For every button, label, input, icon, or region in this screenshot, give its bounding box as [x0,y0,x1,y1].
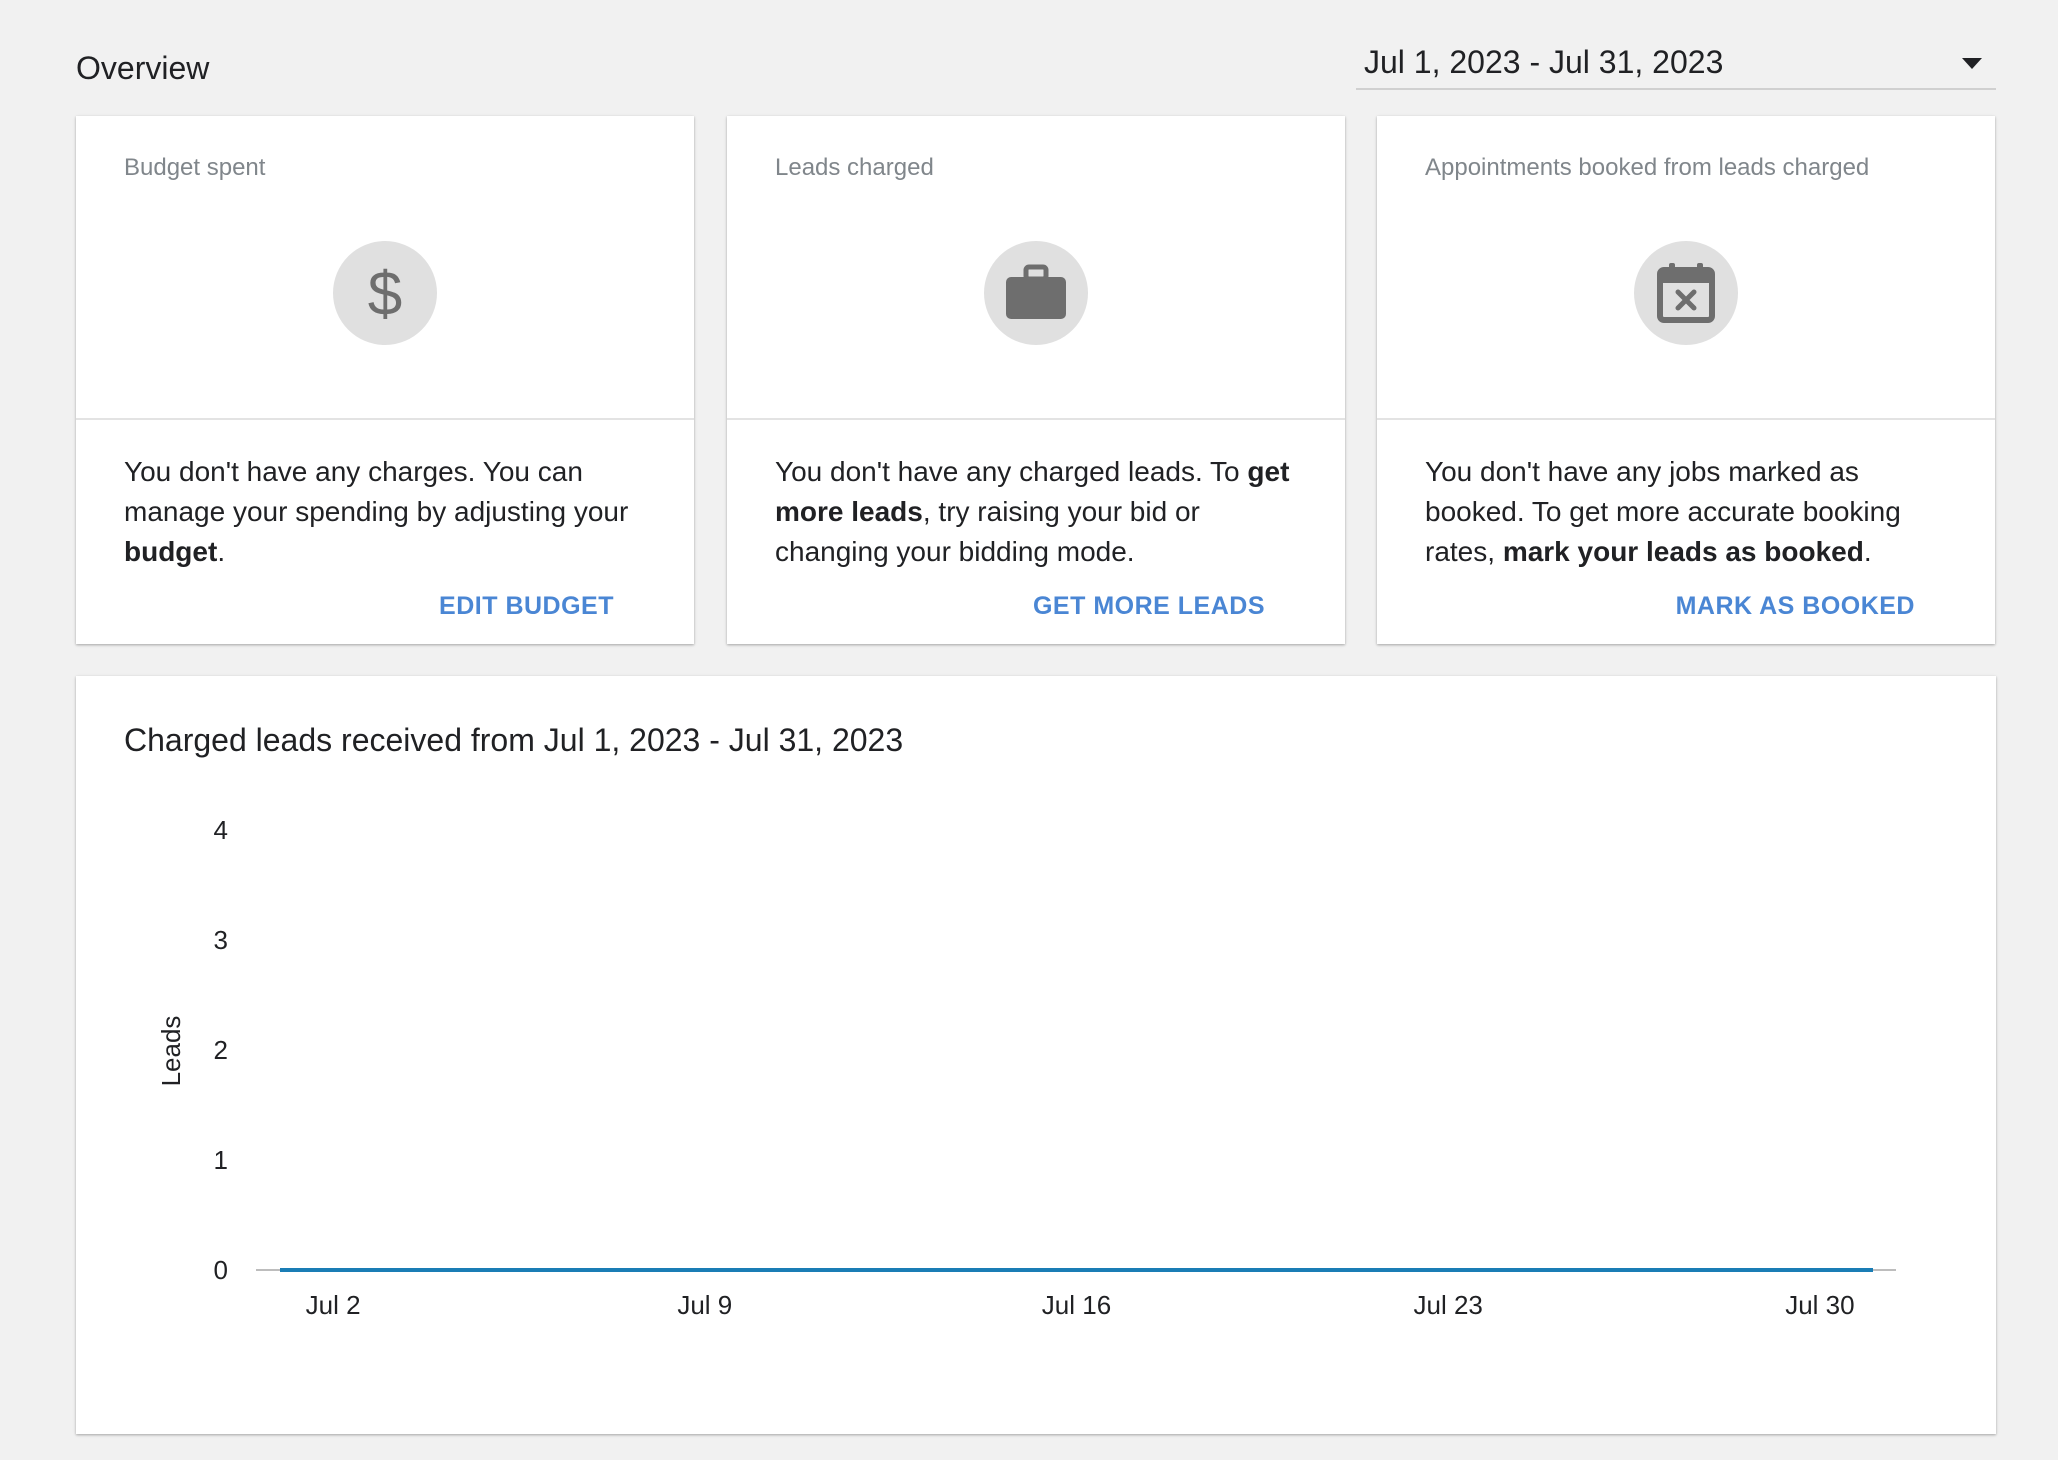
x-ticks: Jul 2 Jul 9 Jul 16 Jul 23 Jul 30 [306,1290,1855,1320]
card-body: You don't have any jobs marked as booked… [1425,452,1955,572]
briefcase-icon [984,241,1088,345]
card-title: Budget spent [124,154,266,181]
body-bold-text: mark your leads as booked [1502,536,1864,567]
divider [727,418,1345,420]
y-axis-label: Leads [156,1016,186,1087]
charged-leads-chart-card: Charged leads received from Jul 1, 2023 … [76,676,1996,1434]
y-ticks: 0 1 2 3 4 [214,815,228,1285]
leads-charged-card: Leads charged You don't have any charged… [727,116,1345,644]
page-title: Overview [76,50,210,86]
mark-as-booked-button[interactable]: MARK AS BOOKED [1676,592,1915,621]
chevron-down-icon [1962,58,1982,69]
body-text: You don't have any charges. You can mana… [124,456,629,527]
x-tick-label: Jul 9 [677,1290,732,1320]
calendar-x-icon [1634,241,1738,345]
body-text: You don't have any charged leads. To [775,456,1248,487]
x-tick-label: Jul 30 [1785,1290,1854,1320]
appointments-booked-card: Appointments booked from leads charged Y… [1377,116,1995,644]
divider [76,418,694,420]
card-body: You don't have any charged leads. To get… [775,452,1305,572]
x-tick-label: Jul 23 [1414,1290,1483,1320]
x-tick-label: Jul 16 [1042,1290,1111,1320]
get-more-leads-button[interactable]: GET MORE LEADS [1033,592,1265,621]
y-tick-label: 1 [214,1145,228,1175]
card-body: You don't have any charges. You can mana… [124,452,654,572]
y-tick-label: 2 [214,1035,228,1065]
card-title: Appointments booked from leads charged [1425,154,1870,181]
x-tick-label: Jul 2 [306,1290,361,1320]
body-text: . [217,536,226,567]
card-title: Leads charged [775,154,934,181]
y-tick-label: 3 [214,925,228,955]
budget-spent-card: Budget spent $ You don't have any charge… [76,116,694,644]
y-tick-label: 4 [214,815,228,845]
dollar-icon: $ [333,241,437,345]
y-axis-label-group: Leads [156,1016,186,1087]
body-text: . [1863,536,1872,567]
edit-budget-button[interactable]: EDIT BUDGET [439,592,614,621]
date-range-value: Jul 1, 2023 - Jul 31, 2023 [1364,44,1724,80]
y-tick-label: 0 [214,1255,228,1285]
body-bold-text: budget [124,536,218,567]
charged-leads-chart: Leads 0 1 2 3 4 Jul 2 Jul 9 Jul 16 Jul 23 Jul 30 [156,815,1896,1320]
date-range-select[interactable]: Jul 1, 2023 - Jul 31, 2023 [1356,40,1996,90]
divider [1377,418,1995,420]
svg-text:$: $ [368,261,402,325]
